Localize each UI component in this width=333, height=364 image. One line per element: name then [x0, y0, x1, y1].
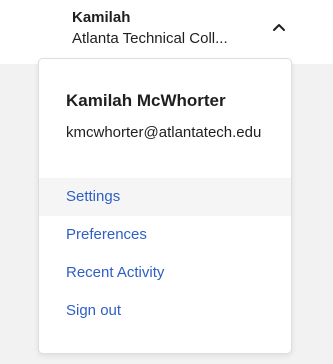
user-email: kmcwhorter@atlantatech.edu — [66, 124, 262, 141]
menu-item-settings[interactable]: Settings — [39, 178, 291, 216]
account-menu: Settings Preferences Recent Activity Sig… — [39, 178, 291, 330]
chevron-up-icon[interactable] — [272, 22, 286, 32]
menu-item-recent-activity[interactable]: Recent Activity — [39, 254, 291, 292]
page: Kamilah Atlanta Technical Coll... Kamila… — [0, 0, 333, 364]
account-dropdown: Kamilah McWhorter kmcwhorter@atlantatech… — [38, 58, 292, 354]
account-organization: Atlanta Technical Coll... — [72, 30, 228, 47]
menu-item-sign-out[interactable]: Sign out — [39, 292, 291, 330]
account-name: Kamilah — [72, 9, 131, 26]
account-menu-toggle[interactable]: Kamilah Atlanta Technical Coll... — [0, 0, 333, 64]
menu-item-preferences[interactable]: Preferences — [39, 216, 291, 254]
user-full-name: Kamilah McWhorter — [66, 91, 226, 110]
